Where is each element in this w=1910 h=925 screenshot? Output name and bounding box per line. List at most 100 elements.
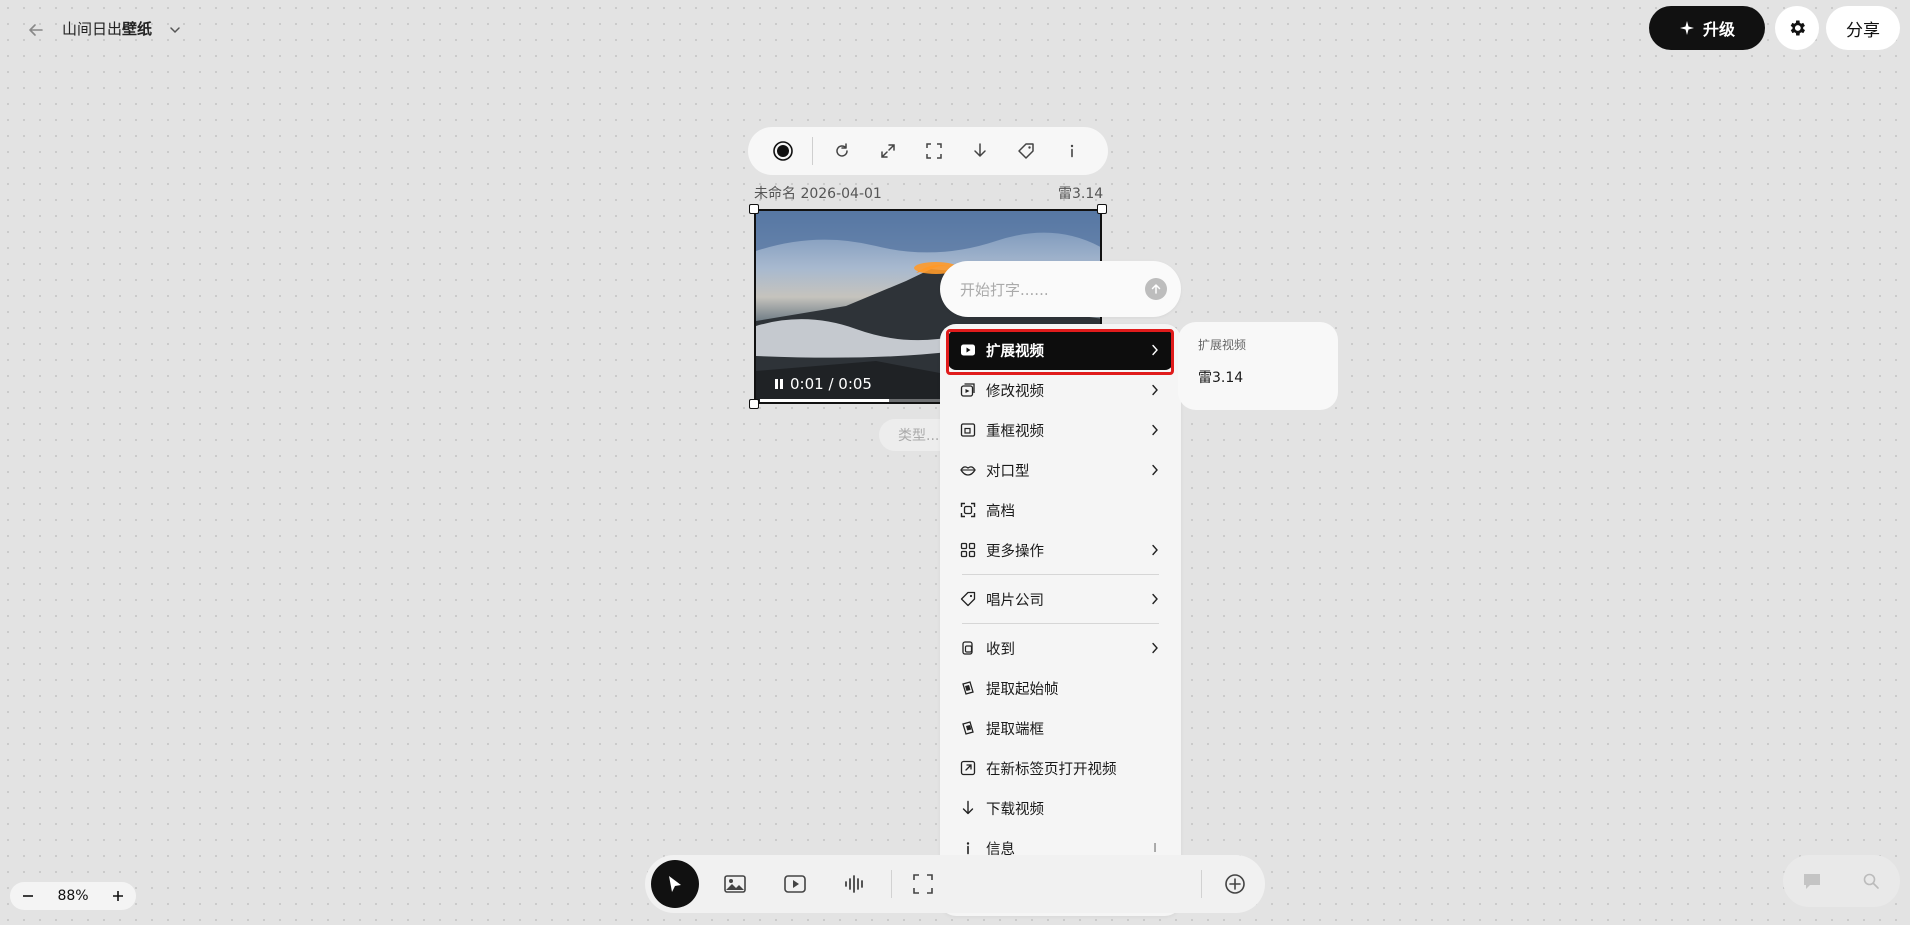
tag-button[interactable] bbox=[1003, 131, 1049, 171]
menu-item-lips[interactable]: 对口型 bbox=[948, 450, 1173, 490]
menu-separator bbox=[962, 574, 1159, 575]
toolbar-divider bbox=[812, 137, 813, 165]
expand-button[interactable] bbox=[865, 131, 911, 171]
share-button[interactable]: 分享 bbox=[1826, 6, 1900, 50]
resize-handle-top-left[interactable] bbox=[749, 204, 759, 214]
arrow-up-icon bbox=[1151, 284, 1161, 294]
menu-item-label: 更多操作 bbox=[986, 543, 1044, 560]
plus-icon bbox=[113, 891, 123, 901]
chevron-right-icon bbox=[1149, 463, 1161, 477]
type-placeholder: 类型... bbox=[898, 428, 940, 444]
submenu-item-model[interactable]: 雷3.14 bbox=[1198, 367, 1318, 387]
download-icon bbox=[960, 800, 976, 816]
back-button[interactable] bbox=[22, 16, 50, 44]
resize-handle-bottom-left[interactable] bbox=[749, 399, 759, 409]
record-icon bbox=[773, 141, 793, 161]
menu-item-extract-end-frame[interactable]: 提取端框 bbox=[948, 708, 1173, 748]
lips-icon bbox=[960, 462, 976, 478]
extract-first-frame-icon bbox=[960, 680, 976, 696]
chevron-right-icon bbox=[1149, 343, 1161, 357]
playback-controls: 0:01 / 0:05 bbox=[774, 375, 872, 393]
audio-tool-button[interactable] bbox=[831, 860, 879, 908]
extend-video-submenu: 扩展视频 雷3.14 bbox=[1178, 322, 1338, 410]
submenu-title: 扩展视频 bbox=[1198, 338, 1247, 352]
arrow-left-icon bbox=[29, 24, 43, 36]
chevron-down-icon bbox=[170, 27, 180, 34]
regenerate-button[interactable] bbox=[819, 131, 865, 171]
upgrade-button[interactable]: 升级 bbox=[1649, 6, 1765, 50]
waveform-icon bbox=[845, 875, 863, 893]
plus-circle-icon bbox=[1225, 874, 1245, 894]
menu-item-label: 高档 bbox=[986, 503, 1015, 520]
menu-item-label: 修改视频 bbox=[986, 383, 1044, 400]
toolbar-divider bbox=[891, 870, 892, 898]
prompt-placeholder: 开始打字...... bbox=[960, 280, 1049, 299]
sparkle-icon bbox=[1679, 21, 1694, 35]
tag-icon bbox=[960, 591, 976, 607]
video-tool-button[interactable] bbox=[771, 860, 819, 908]
frame-tool-button[interactable] bbox=[899, 860, 947, 908]
menu-item-label: 重框视频 bbox=[986, 423, 1044, 440]
menu-separator bbox=[962, 623, 1159, 624]
menu-item-grid[interactable]: 更多操作 bbox=[948, 530, 1173, 570]
menu-item-label: 唱片公司 bbox=[986, 592, 1044, 609]
info-button[interactable] bbox=[1049, 131, 1095, 171]
refresh-icon bbox=[836, 143, 848, 157]
add-button[interactable] bbox=[1211, 860, 1259, 908]
menu-item-label: 下载视频 bbox=[986, 801, 1044, 818]
project-title-bold: 壁纸 bbox=[122, 20, 153, 38]
gear-icon bbox=[1790, 20, 1805, 36]
menu-item-reframe[interactable]: 重框视频 bbox=[948, 410, 1173, 450]
prompt-input[interactable]: 开始打字...... bbox=[940, 261, 1181, 317]
zoom-level: 88% bbox=[57, 888, 89, 904]
image-tool-button[interactable] bbox=[711, 860, 759, 908]
menu-item-play-square[interactable]: 扩展视频 bbox=[948, 330, 1173, 370]
chevron-right-icon bbox=[1149, 592, 1161, 606]
pause-icon[interactable] bbox=[774, 378, 784, 390]
menu-item-label: 提取端框 bbox=[986, 721, 1044, 738]
project-title[interactable]: 山间日出壁纸 bbox=[62, 18, 152, 39]
info-icon bbox=[1070, 144, 1074, 158]
menu-item-label: 扩展视频 bbox=[986, 343, 1044, 360]
collect-icon bbox=[960, 640, 976, 656]
chat-search-pill bbox=[1783, 855, 1900, 907]
bottom-toolbar bbox=[645, 855, 1265, 913]
info-icon bbox=[960, 840, 976, 856]
resize-handle-top-right[interactable] bbox=[1097, 204, 1107, 214]
chat-button[interactable] bbox=[1794, 863, 1830, 899]
menu-item-open-external[interactable]: 在新标签页打开视频 bbox=[948, 748, 1173, 788]
chevron-right-icon bbox=[1149, 383, 1161, 397]
settings-button[interactable] bbox=[1775, 6, 1819, 50]
share-label: 分享 bbox=[1846, 20, 1880, 41]
download-icon bbox=[974, 143, 986, 157]
context-menu: 扩展视频修改视频重框视频对口型高档更多操作唱片公司收到提取起始帧提取端框在新标签… bbox=[940, 324, 1181, 916]
menu-item-download[interactable]: 下载视频 bbox=[948, 788, 1173, 828]
zoom-out-button[interactable] bbox=[18, 886, 38, 906]
play-square-icon bbox=[960, 342, 976, 358]
search-button[interactable] bbox=[1853, 863, 1889, 899]
select-tool-button[interactable] bbox=[651, 860, 699, 908]
record-button[interactable] bbox=[760, 131, 806, 171]
menu-item-upscale[interactable]: 高档 bbox=[948, 490, 1173, 530]
menu-item-label: 收到 bbox=[986, 641, 1015, 658]
menu-item-extract-first-frame[interactable]: 提取起始帧 bbox=[948, 668, 1173, 708]
menu-item-edit-video[interactable]: 修改视频 bbox=[948, 370, 1173, 410]
reframe-icon bbox=[960, 422, 976, 438]
frame-corners-icon bbox=[913, 874, 933, 894]
menu-item-collect[interactable]: 收到 bbox=[948, 628, 1173, 668]
frame-corners-icon bbox=[926, 143, 942, 159]
chevron-right-icon bbox=[1149, 641, 1161, 655]
send-button[interactable] bbox=[1145, 278, 1167, 300]
expand-arrows-icon bbox=[881, 144, 895, 158]
upscale-icon bbox=[960, 502, 976, 518]
shortcut-hint: I bbox=[1153, 841, 1157, 855]
video-card-model: 雷3.14 bbox=[1058, 186, 1104, 202]
chevron-right-icon bbox=[1149, 543, 1161, 557]
cursor-icon bbox=[669, 876, 681, 892]
project-menu-toggle[interactable] bbox=[165, 20, 185, 40]
download-button[interactable] bbox=[957, 131, 1003, 171]
image-icon bbox=[724, 875, 746, 893]
menu-item-tag[interactable]: 唱片公司 bbox=[948, 579, 1173, 619]
zoom-in-button[interactable] bbox=[108, 886, 128, 906]
fullscreen-button[interactable] bbox=[911, 131, 957, 171]
